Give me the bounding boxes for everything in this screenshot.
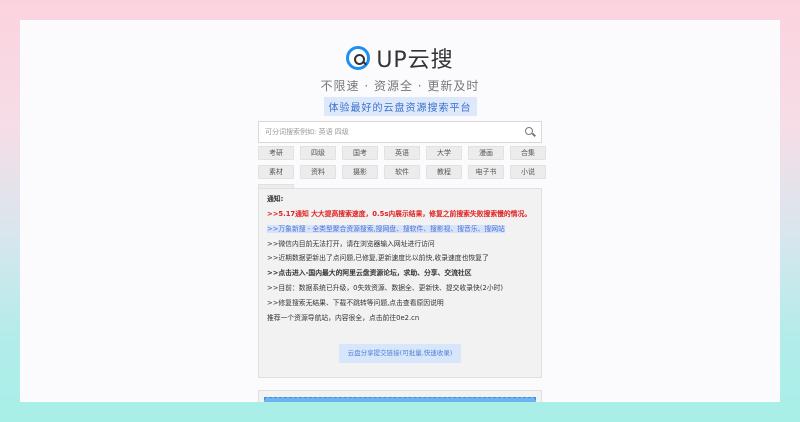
notice-data-fix: >>近期数据更新出了点问题,已修复,更新速度比以前快,收录速度也恢复了: [267, 254, 489, 263]
site-logo[interactable]: UP云搜: [20, 42, 780, 74]
tag-item[interactable]: 国考: [342, 146, 378, 160]
search-box: [258, 121, 542, 143]
notice-panel: 通知: >>5.17通知 大大提高搜索速度，0.5s内展示结果，修复之前搜索失败…: [258, 188, 542, 378]
tag-item[interactable]: 漫画: [468, 146, 504, 160]
notice-title: 通知:: [267, 195, 284, 203]
submit-link-button[interactable]: 云盘分享提交链接(可批量,快速收录): [338, 343, 462, 363]
tag-item[interactable]: 素材: [258, 165, 294, 179]
tag-item[interactable]: 电子书: [468, 165, 504, 179]
notice-fix-link[interactable]: >>修复搜索无结果、下载不跳转等问题,点击查看原因说明: [267, 299, 533, 309]
notice-system-upgrade: >>目前：数据系统已升级，0失效资源、数据全、更新快、提交收录快(2小时): [267, 284, 504, 293]
tag-item[interactable]: 大学: [426, 146, 462, 160]
notice-nav-link[interactable]: 推荐一个资源导航站，内容很全，点击前往0e2.cn: [267, 314, 533, 324]
tag-item[interactable]: 四级: [300, 146, 336, 160]
notice-wechat-tip: >>微信内目前无法打开，请在浏览器输入网址进行访问: [267, 239, 435, 248]
notice-speed-update: >>5.17通知 大大提高搜索速度，0.5s内展示结果，修复之前搜索失败搜索慢的…: [267, 209, 532, 218]
magnifier-logo-icon: [346, 46, 371, 70]
tag-item[interactable]: 合集: [510, 146, 546, 160]
tag-item[interactable]: 软件: [384, 165, 420, 179]
slogan: 不限速 · 资源全 · 更新及时: [320, 79, 480, 93]
tag-item[interactable]: 资料: [300, 165, 336, 179]
results-header-bar: [264, 397, 536, 402]
notice-forum-link[interactable]: >>点击进入-国内最大的阿里云盘资源论坛，求助、分享、交流社区: [267, 269, 533, 279]
tag-item[interactable]: 教程: [426, 165, 462, 179]
tagline: 体验最好的云盘资源搜索平台: [323, 97, 477, 116]
search-icon[interactable]: [525, 127, 535, 137]
tag-item[interactable]: 考研: [258, 146, 294, 160]
tag-item[interactable]: 英语: [384, 146, 420, 160]
results-card: [258, 390, 542, 402]
page-container: UP云搜 不限速 · 资源全 · 更新及时 体验最好的云盘资源搜索平台 考研 四…: [20, 20, 780, 402]
search-input[interactable]: [259, 121, 525, 143]
tag-item[interactable]: 摄影: [342, 165, 378, 179]
logo-text: UP云搜: [376, 48, 454, 73]
tag-item[interactable]: 小说: [510, 165, 546, 179]
notice-wanxiang-link[interactable]: >>万象新搜 - 全类型聚合资源搜索,搜网盘、搜软件、搜影视、搜音乐、搜网站: [267, 224, 505, 233]
